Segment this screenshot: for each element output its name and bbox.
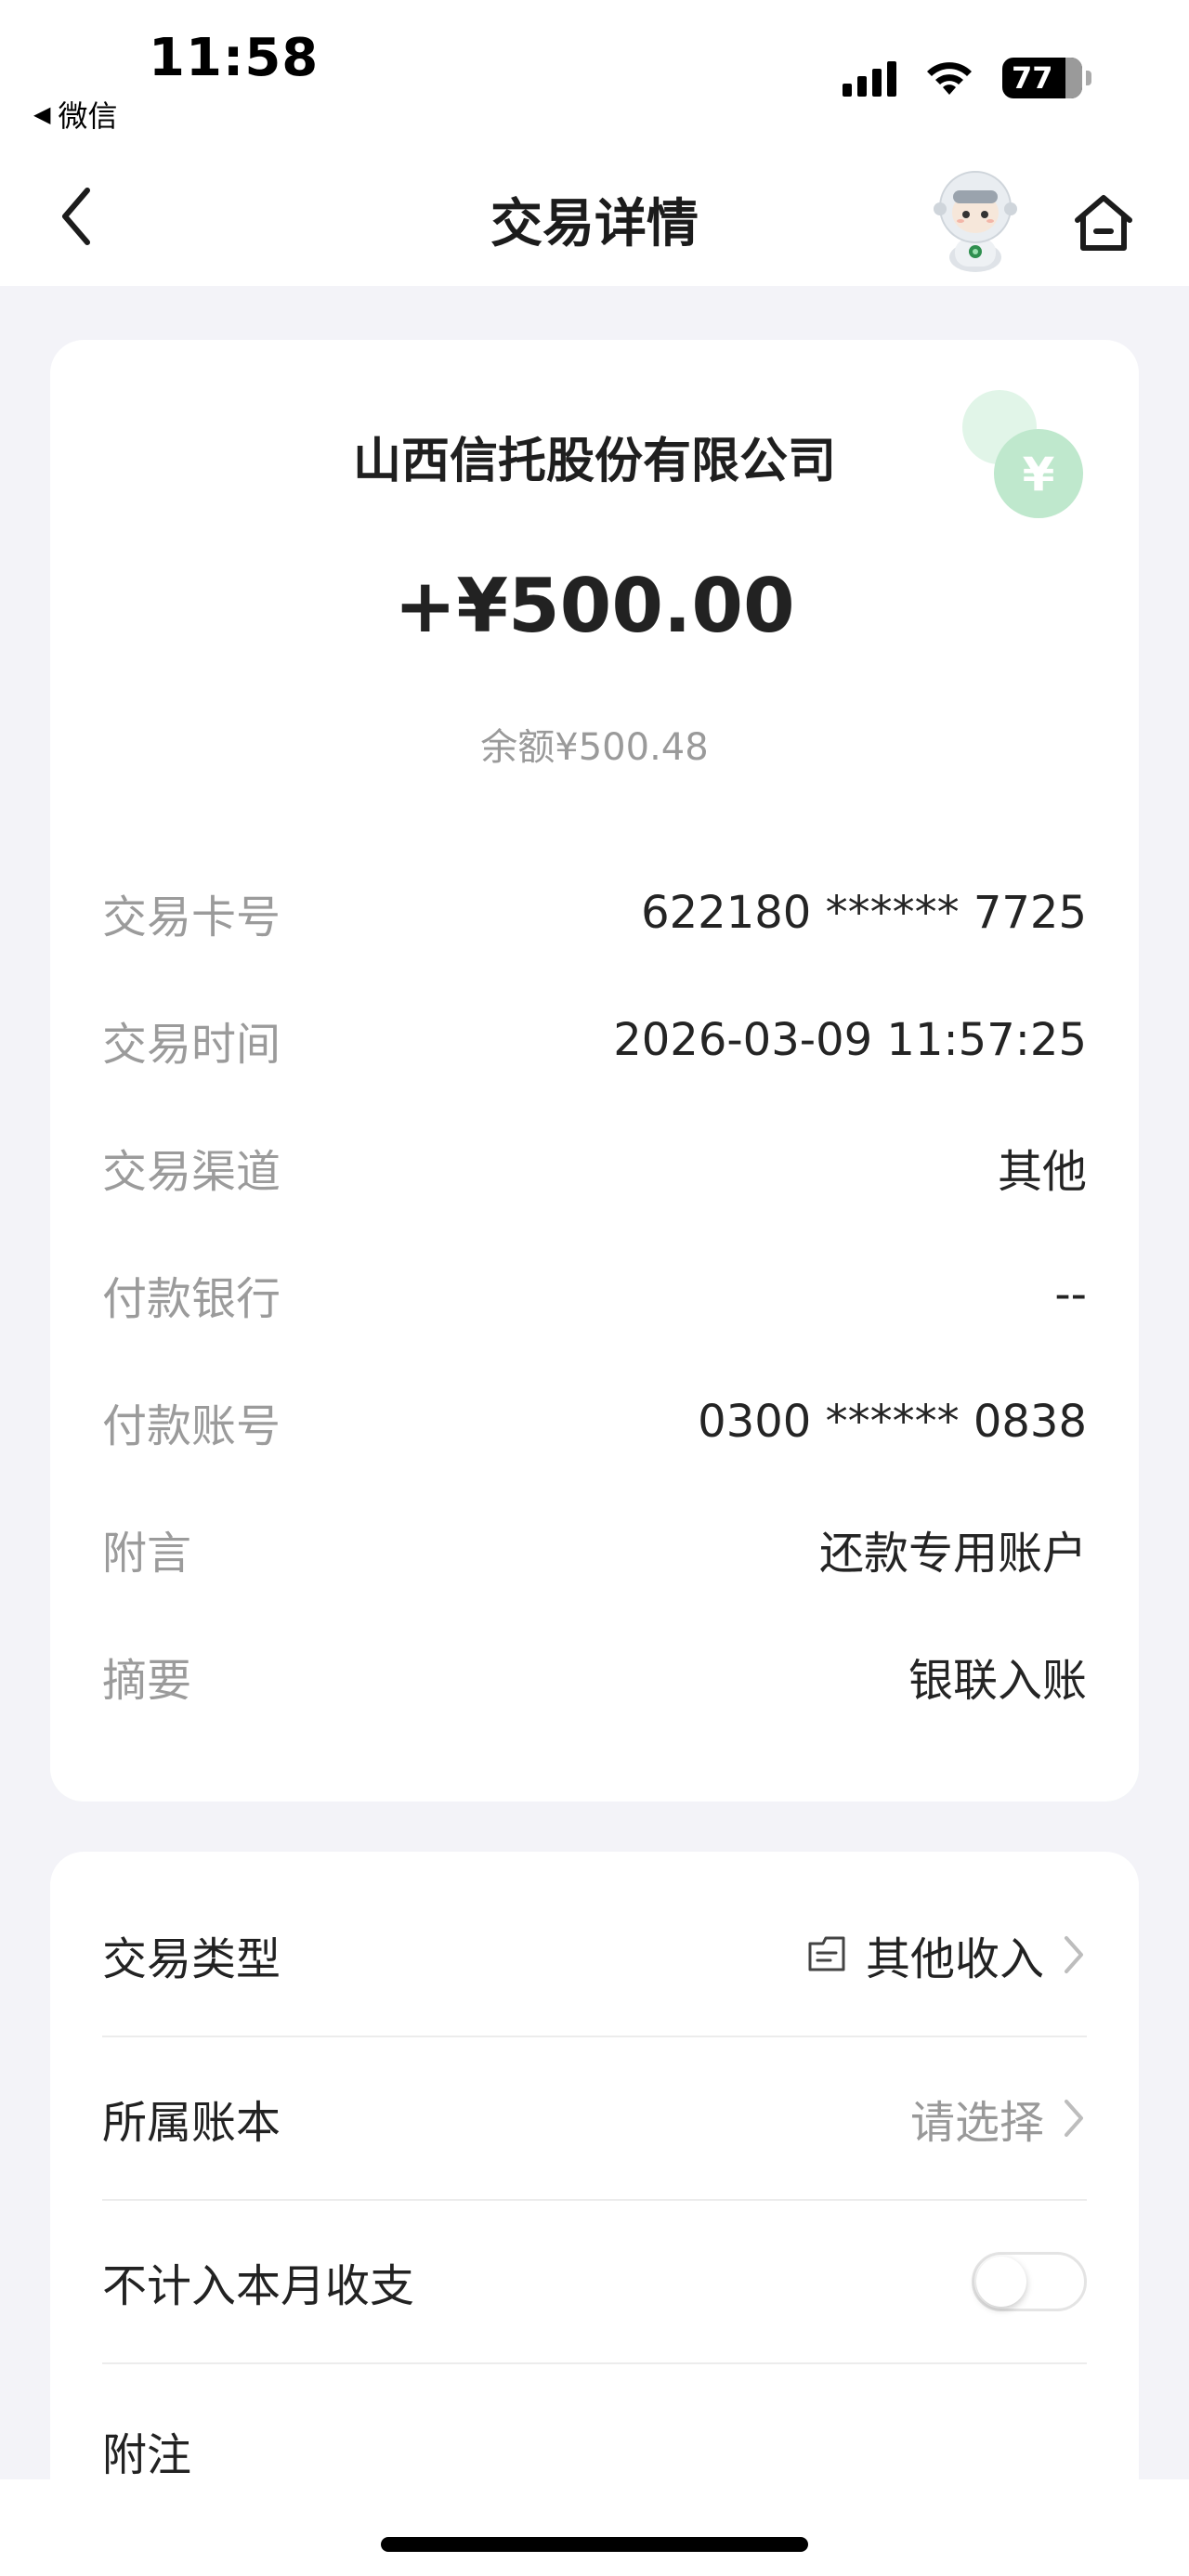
detail-row-remark: 附言 还款专用账户 xyxy=(102,1516,1087,1581)
transaction-amount: +¥500.00 xyxy=(394,563,795,649)
battery-indicator: 77 xyxy=(1002,58,1091,98)
detail-value: 还款专用账户 xyxy=(818,1528,1087,1580)
detail-label: 交易时间 xyxy=(102,1019,281,1071)
options-card: 交易类型 其他收入 所属账本 请选择 不计入本月收支 附注 xyxy=(50,1852,1139,2576)
detail-value: 622180 ****** 7725 xyxy=(641,887,1087,939)
detail-value: -- xyxy=(1054,1268,1087,1321)
status-time: 11:58 xyxy=(149,28,320,88)
detail-value: 0300 ****** 0838 xyxy=(698,1396,1087,1448)
toggle-knob xyxy=(976,2257,1026,2307)
chevron-right-icon xyxy=(1065,1936,1083,1973)
back-triangle-icon: ◀ xyxy=(33,101,51,127)
category-tag-icon xyxy=(808,1936,845,1971)
back-to-app-link[interactable]: ◀ 微信 xyxy=(33,93,117,136)
detail-value: 2026-03-09 11:57:25 xyxy=(613,1014,1087,1066)
battery-level: 77 xyxy=(1012,60,1053,96)
account-balance: 余额¥500.48 xyxy=(480,726,709,769)
detail-label: 附言 xyxy=(102,1528,192,1580)
account-book-label: 所属账本 xyxy=(102,2097,281,2149)
robot-assistant-icon[interactable] xyxy=(920,163,1031,274)
exclude-from-stats-row: 不计入本月收支 xyxy=(102,2201,1087,2364)
exclude-toggle[interactable] xyxy=(972,2252,1087,2311)
detail-value: 银联入账 xyxy=(908,1655,1087,1707)
detail-row-summary: 摘要 银联入账 xyxy=(102,1644,1087,1709)
account-book-row[interactable]: 所属账本 请选择 xyxy=(102,2037,1087,2201)
account-book-value: 请选择 xyxy=(909,2097,1044,2149)
detail-row-card-number: 交易卡号 622180 ****** 7725 xyxy=(102,880,1087,945)
back-app-label: 微信 xyxy=(58,98,118,134)
detail-label: 摘要 xyxy=(102,1655,192,1707)
transaction-card: ¥ 山西信托股份有限公司 +¥500.00 余额¥500.48 交易卡号 622… xyxy=(50,340,1139,1802)
detail-label: 付款账号 xyxy=(102,1400,281,1452)
detail-row-payer-account: 付款账号 0300 ****** 0838 xyxy=(102,1389,1087,1454)
bottom-safe-area xyxy=(0,2479,1189,2576)
home-icon xyxy=(1075,195,1132,251)
detail-label: 交易卡号 xyxy=(102,891,281,943)
detail-label: 交易渠道 xyxy=(102,1146,281,1198)
cellular-signal-icon xyxy=(843,59,896,97)
merchant-name: 山西信托股份有限公司 xyxy=(352,434,836,489)
chevron-right-icon xyxy=(1065,2100,1083,2137)
transaction-type-label: 交易类型 xyxy=(102,1933,281,1985)
wifi-icon xyxy=(927,62,972,95)
home-button[interactable] xyxy=(1066,186,1141,260)
transaction-type-value: 其他收入 xyxy=(865,1933,1044,1985)
detail-label: 付款银行 xyxy=(102,1273,281,1325)
home-indicator[interactable] xyxy=(381,2537,808,2552)
status-indicators: 77 xyxy=(843,58,1091,98)
detail-row-channel: 交易渠道 其他 xyxy=(102,1135,1087,1200)
detail-row-payer-bank: 付款银行 -- xyxy=(102,1262,1087,1327)
exclude-from-stats-label: 不计入本月收支 xyxy=(102,2260,415,2312)
detail-row-time: 交易时间 2026-03-09 11:57:25 xyxy=(102,1008,1087,1073)
transaction-type-row[interactable]: 交易类型 其他收入 xyxy=(102,1874,1087,2037)
note-label[interactable]: 附注 xyxy=(102,2418,191,2483)
detail-value: 其他 xyxy=(997,1146,1087,1198)
